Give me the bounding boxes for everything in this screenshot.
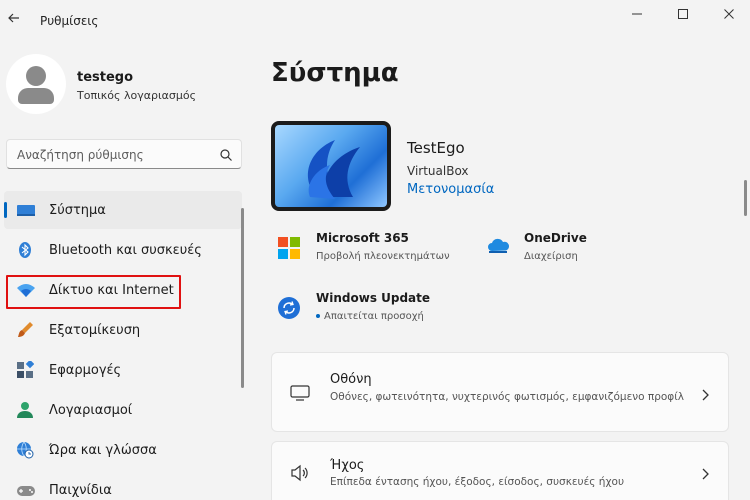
bluetooth-icon	[16, 241, 34, 259]
sound-settings-card[interactable]: Ήχος Επίπεδα έντασης ήχου, έξοδος, είσοδ…	[271, 441, 729, 500]
user-name: testego	[77, 70, 134, 85]
sidebar-item-system[interactable]: Σύστημα	[4, 191, 242, 229]
sidebar-item-personalization[interactable]: Εξατομίκευση	[4, 311, 242, 349]
sidebar-item-gaming[interactable]: Παιχνίδια	[4, 471, 242, 500]
display-settings-card[interactable]: Οθόνη Οθόνες, φωτεινότητα, νυχτερινός φω…	[271, 352, 729, 432]
monitor-icon	[290, 385, 310, 405]
apps-icon	[16, 359, 35, 379]
speaker-icon	[290, 464, 310, 484]
card-title: Ήχος	[330, 458, 365, 473]
maximize-button[interactable]	[660, 0, 706, 28]
person-icon	[16, 401, 34, 419]
paintbrush-icon	[16, 321, 34, 339]
device-model: VirtualBox	[407, 164, 469, 178]
microsoft-logo-icon	[278, 237, 302, 261]
windows-update-icon	[278, 297, 302, 321]
card-description: Επίπεδα έντασης ήχου, έξοδος, είσοδος, σ…	[330, 476, 625, 488]
card-description: Οθόνες, φωτεινότητα, νυχτερινός φωτισμός…	[330, 391, 684, 403]
tile-title: Microsoft 365	[316, 231, 409, 245]
page-title: Σύστημα	[271, 58, 399, 88]
chevron-right-icon	[700, 387, 710, 401]
close-button[interactable]	[706, 0, 750, 28]
sidebar-item-label: Bluetooth και συσκευές	[49, 243, 202, 258]
sidebar-item-label: Παιχνίδια	[49, 483, 112, 498]
tile-subtitle: Προβολή πλεονεκτημάτων	[316, 251, 450, 262]
device-name: TestEgo	[407, 139, 465, 157]
sidebar-item-label: Ώρα και γλώσσα	[49, 443, 157, 458]
avatar	[6, 54, 66, 114]
globe-clock-icon	[16, 441, 34, 459]
wifi-icon	[16, 281, 35, 299]
sidebar-scrollbar[interactable]	[241, 208, 244, 388]
sidebar-item-network[interactable]: Δίκτυο και Internet	[4, 271, 242, 309]
sidebar-item-apps[interactable]: Εφαρμογές	[4, 351, 242, 389]
system-icon	[16, 201, 35, 219]
sidebar-item-time-language[interactable]: Ώρα και γλώσσα	[4, 431, 242, 469]
sidebar-item-label: Εξατομίκευση	[49, 323, 141, 338]
tile-subtitle: Απαιτείται προσοχή	[316, 311, 424, 322]
search-placeholder: Αναζήτηση ρύθμισης	[17, 148, 144, 162]
device-wallpaper-thumbnail	[271, 121, 391, 211]
account-type: Τοπικός λογαριασμός	[77, 89, 197, 102]
search-icon[interactable]	[219, 147, 233, 161]
sidebar-item-accounts[interactable]: Λογαριασμοί	[4, 391, 242, 429]
microsoft-365-tile[interactable]: Microsoft 365 Προβολή πλεονεκτημάτων	[272, 231, 472, 273]
tile-title: OneDrive	[524, 231, 587, 245]
sidebar-item-bluetooth[interactable]: Bluetooth και συσκευές	[4, 231, 242, 269]
sidebar-item-label: Δίκτυο και Internet	[49, 283, 174, 298]
back-arrow-icon[interactable]	[6, 10, 22, 26]
gamepad-icon	[16, 481, 35, 499]
sidebar-item-label: Εφαρμογές	[49, 363, 122, 378]
tile-title: Windows Update	[316, 291, 431, 305]
rename-link[interactable]: Μετονομασία	[407, 182, 494, 197]
onedrive-cloud-icon	[486, 237, 510, 261]
chevron-right-icon	[700, 466, 710, 480]
tile-subtitle: Διαχείριση	[524, 251, 578, 262]
card-title: Οθόνη	[330, 372, 372, 387]
active-indicator	[4, 202, 7, 218]
title-bar: Ρυθμίσεις	[0, 0, 750, 40]
sidebar-item-label: Λογαριασμοί	[49, 403, 133, 418]
sidebar-item-label: Σύστημα	[49, 203, 106, 218]
attention-dot	[316, 314, 320, 318]
search-input[interactable]: Αναζήτηση ρύθμισης	[6, 139, 242, 169]
main-scrollbar[interactable]	[744, 180, 747, 216]
app-title: Ρυθμίσεις	[40, 14, 99, 28]
minimize-button[interactable]	[614, 0, 660, 28]
sidebar-nav: Σύστημα Bluetooth και συσκευές Δίκτυο κα…	[4, 191, 244, 500]
onedrive-tile[interactable]: OneDrive Διαχείριση	[480, 231, 680, 273]
user-profile[interactable]: testego Τοπικός λογαριασμός	[6, 54, 246, 114]
windows-update-tile[interactable]: Windows Update Απαιτείται προσοχή	[272, 291, 472, 333]
